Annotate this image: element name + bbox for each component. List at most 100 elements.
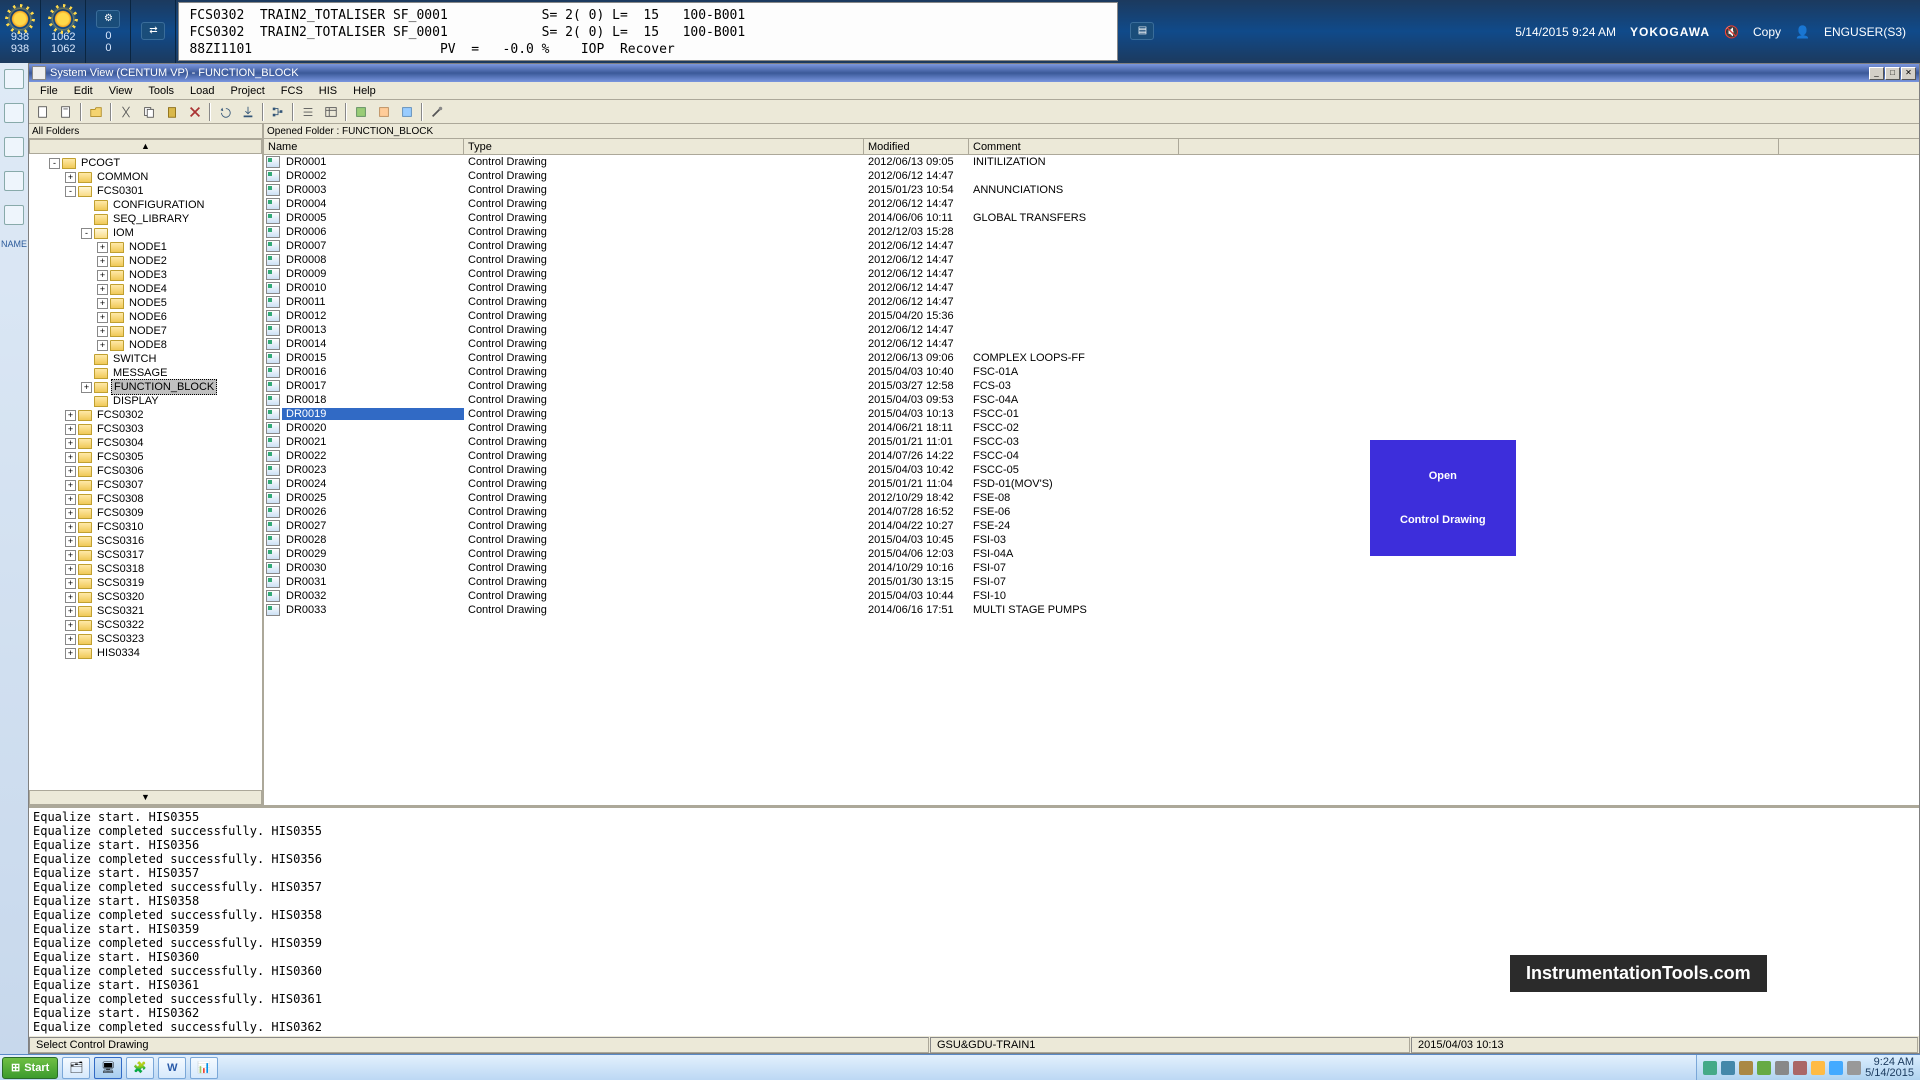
list-row-dr0006[interactable]: DR0006Control Drawing2012/12/03 15:28 xyxy=(264,225,1919,239)
tree-item-fcs0307[interactable]: +FCS0307 xyxy=(29,478,262,492)
tree-item-iom[interactable]: -IOM xyxy=(29,226,262,240)
tool-cut[interactable] xyxy=(115,102,137,122)
tool-new[interactable] xyxy=(32,102,54,122)
tree-item-fcs0305[interactable]: +FCS0305 xyxy=(29,450,262,464)
expand-toggle[interactable]: + xyxy=(65,480,76,491)
tree-item-scs0321[interactable]: +SCS0321 xyxy=(29,604,262,618)
strip-btn-5[interactable] xyxy=(4,205,24,225)
mute-button[interactable]: 🔇 xyxy=(1724,25,1739,39)
list-body[interactable]: DR0001Control Drawing2012/06/13 09:05INI… xyxy=(264,155,1919,805)
tree-body[interactable]: -PCOGT+COMMON-FCS0301CONFIGURATIONSEQ_LI… xyxy=(29,154,262,790)
tray-icon[interactable] xyxy=(1739,1061,1753,1075)
start-button[interactable]: ⊞ Start xyxy=(2,1057,58,1079)
tree-item-scs0323[interactable]: +SCS0323 xyxy=(29,632,262,646)
tree-item-node2[interactable]: +NODE2 xyxy=(29,254,262,268)
window-title-bar[interactable]: System View (CENTUM VP) - FUNCTION_BLOCK… xyxy=(29,64,1919,82)
menu-fcs[interactable]: FCS xyxy=(274,84,310,98)
column-header-modified[interactable]: Modified xyxy=(864,139,969,155)
expand-toggle[interactable]: + xyxy=(65,522,76,533)
menu-tools[interactable]: Tools xyxy=(141,84,181,98)
strip-btn-3[interactable] xyxy=(4,137,24,157)
list-row-dr0003[interactable]: DR0003Control Drawing2015/01/23 10:54ANN… xyxy=(264,183,1919,197)
list-row-dr0025[interactable]: DR0025Control Drawing2012/10/29 18:42FSE… xyxy=(264,491,1919,505)
tool-list[interactable] xyxy=(297,102,319,122)
tool-build[interactable] xyxy=(350,102,372,122)
list-row-dr0015[interactable]: DR0015Control Drawing2012/06/13 09:06COM… xyxy=(264,351,1919,365)
expand-toggle[interactable]: + xyxy=(65,466,76,477)
list-row-dr0032[interactable]: DR0032Control Drawing2015/04/03 10:44FSI… xyxy=(264,589,1919,603)
tree-item-fcs0304[interactable]: +FCS0304 xyxy=(29,436,262,450)
expand-toggle[interactable]: - xyxy=(49,158,60,169)
expand-toggle[interactable]: + xyxy=(65,592,76,603)
expand-toggle[interactable]: + xyxy=(65,578,76,589)
list-row-dr0017[interactable]: DR0017Control Drawing2015/03/27 12:58FCS… xyxy=(264,379,1919,393)
tray-icon[interactable] xyxy=(1757,1061,1771,1075)
list-row-dr0027[interactable]: DR0027Control Drawing2014/04/22 10:27FSE… xyxy=(264,519,1919,533)
expand-toggle[interactable]: - xyxy=(81,228,92,239)
tree-item-seq_library[interactable]: SEQ_LIBRARY xyxy=(29,212,262,226)
list-row-dr0014[interactable]: DR0014Control Drawing2012/06/12 14:47 xyxy=(264,337,1919,351)
tool-load[interactable] xyxy=(396,102,418,122)
list-row-dr0013[interactable]: DR0013Control Drawing2012/06/12 14:47 xyxy=(264,323,1919,337)
list-row-dr0031[interactable]: DR0031Control Drawing2015/01/30 13:15FSI… xyxy=(264,575,1919,589)
list-row-dr0019[interactable]: DR0019Control Drawing2015/04/03 10:13FSC… xyxy=(264,407,1919,421)
tray-icon[interactable] xyxy=(1829,1061,1843,1075)
list-row-dr0029[interactable]: DR0029Control Drawing2015/04/06 12:03FSI… xyxy=(264,547,1919,561)
tree-item-fcs0310[interactable]: +FCS0310 xyxy=(29,520,262,534)
list-row-dr0002[interactable]: DR0002Control Drawing2012/06/12 14:47 xyxy=(264,169,1919,183)
list-row-dr0004[interactable]: DR0004Control Drawing2012/06/12 14:47 xyxy=(264,197,1919,211)
menu-file[interactable]: File xyxy=(33,84,65,98)
tree-item-scs0316[interactable]: +SCS0316 xyxy=(29,534,262,548)
tree-item-scs0320[interactable]: +SCS0320 xyxy=(29,590,262,604)
expand-toggle[interactable]: + xyxy=(97,270,108,281)
task-explorer[interactable]: 🗂 xyxy=(62,1057,90,1079)
tool-paste[interactable] xyxy=(161,102,183,122)
tool-new2[interactable] xyxy=(55,102,77,122)
menu-help[interactable]: Help xyxy=(346,84,383,98)
tree-item-common[interactable]: +COMMON xyxy=(29,170,262,184)
list-row-dr0005[interactable]: DR0005Control Drawing2014/06/06 10:11GLO… xyxy=(264,211,1919,225)
list-row-dr0012[interactable]: DR0012Control Drawing2015/04/20 15:36 xyxy=(264,309,1919,323)
list-row-dr0008[interactable]: DR0008Control Drawing2012/06/12 14:47 xyxy=(264,253,1919,267)
list-row-dr0021[interactable]: DR0021Control Drawing2015/01/21 11:01FSC… xyxy=(264,435,1919,449)
list-row-dr0007[interactable]: DR0007Control Drawing2012/06/12 14:47 xyxy=(264,239,1919,253)
expand-toggle[interactable]: + xyxy=(65,452,76,463)
tree-item-fcs0302[interactable]: +FCS0302 xyxy=(29,408,262,422)
column-header-type[interactable]: Type xyxy=(464,139,864,155)
expand-toggle[interactable]: + xyxy=(81,382,92,393)
strip-btn-1[interactable] xyxy=(4,69,24,89)
tray-icon[interactable] xyxy=(1703,1061,1717,1075)
menu-project[interactable]: Project xyxy=(224,84,272,98)
tray-icon[interactable] xyxy=(1847,1061,1861,1075)
expand-toggle[interactable]: + xyxy=(65,508,76,519)
tree-item-fcs0309[interactable]: +FCS0309 xyxy=(29,506,262,520)
expand-toggle[interactable]: + xyxy=(97,312,108,323)
tree-item-configuration[interactable]: CONFIGURATION xyxy=(29,198,262,212)
list-row-dr0033[interactable]: DR0033Control Drawing2014/06/16 17:51MUL… xyxy=(264,603,1919,617)
tool-undo[interactable] xyxy=(214,102,236,122)
output-log-pane[interactable]: Equalize start. HIS0355 Equalize complet… xyxy=(29,805,1919,1035)
tray-clock[interactable]: 9:24 AM 5/14/2015 xyxy=(1865,1057,1914,1079)
expand-toggle[interactable]: + xyxy=(65,494,76,505)
expand-toggle[interactable]: + xyxy=(65,172,76,183)
scroll-indicator[interactable]: ▤ xyxy=(1120,0,1164,63)
expand-toggle[interactable]: - xyxy=(65,186,76,197)
list-row-dr0011[interactable]: DR0011Control Drawing2012/06/12 14:47 xyxy=(264,295,1919,309)
expand-toggle[interactable]: + xyxy=(97,284,108,295)
tree-item-display[interactable]: DISPLAY xyxy=(29,394,262,408)
menu-view[interactable]: View xyxy=(102,84,140,98)
tree-item-fcs0301[interactable]: -FCS0301 xyxy=(29,184,262,198)
list-row-dr0009[interactable]: DR0009Control Drawing2012/06/12 14:47 xyxy=(264,267,1919,281)
list-row-dr0023[interactable]: DR0023Control Drawing2015/04/03 10:42FSC… xyxy=(264,463,1919,477)
tree-item-scs0318[interactable]: +SCS0318 xyxy=(29,562,262,576)
tool-delete[interactable] xyxy=(184,102,206,122)
list-row-dr0016[interactable]: DR0016Control Drawing2015/04/03 10:40FSC… xyxy=(264,365,1919,379)
list-row-dr0024[interactable]: DR0024Control Drawing2015/01/21 11:04FSD… xyxy=(264,477,1919,491)
column-header-name[interactable]: Name xyxy=(264,139,464,155)
tree-item-scs0317[interactable]: +SCS0317 xyxy=(29,548,262,562)
tray-icon[interactable] xyxy=(1811,1061,1825,1075)
expand-toggle[interactable]: + xyxy=(65,536,76,547)
expand-toggle[interactable]: + xyxy=(65,438,76,449)
tool-download[interactable] xyxy=(237,102,259,122)
tree-item-node5[interactable]: +NODE5 xyxy=(29,296,262,310)
